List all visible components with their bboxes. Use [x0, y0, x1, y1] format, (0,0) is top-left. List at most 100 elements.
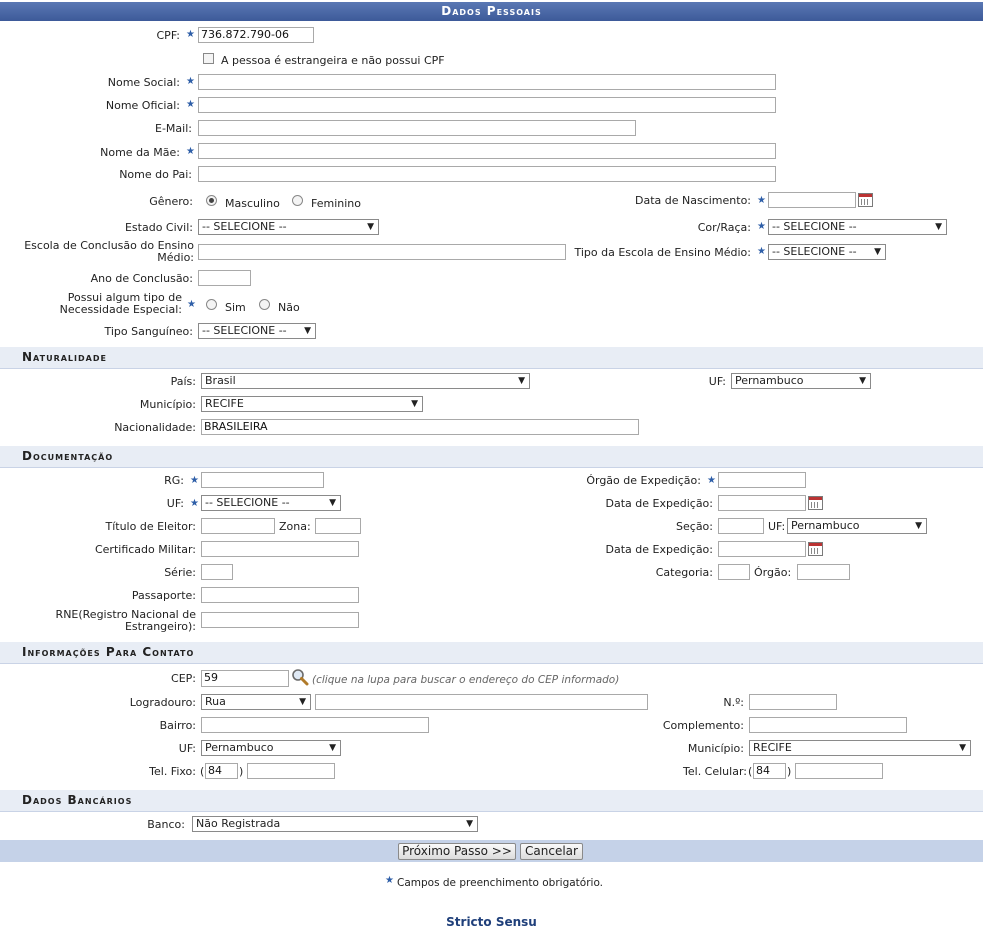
required-star-icon: ★	[190, 498, 199, 509]
uf-documento-label: UF:	[166, 497, 184, 510]
page-title: Dados Pessoais	[0, 2, 983, 21]
sangue-select[interactable]: -- SELECIONE -- ▼	[198, 323, 316, 339]
ddd-fixo-input[interactable]: 84	[205, 763, 238, 779]
cor-value: -- SELECIONE --	[772, 220, 857, 233]
uf-eleitor-label: UF:	[768, 520, 786, 533]
sim-radio[interactable]	[206, 299, 217, 310]
tipo-escola-label: Tipo da Escola de Ensino Médio:	[574, 246, 751, 259]
municipio-contato-label: Município:	[687, 742, 744, 755]
zona-input[interactable]	[315, 518, 361, 534]
masculino-radio[interactable]	[206, 195, 217, 206]
section-title: Documentação	[22, 449, 114, 463]
estado-civil-select[interactable]: -- SELECIONE -- ▼	[198, 219, 379, 235]
logradouro-input[interactable]	[315, 694, 648, 710]
certificado-militar-label: Certificado Militar:	[94, 543, 196, 556]
data-nascimento-label: Data de Nascimento:	[634, 194, 751, 207]
pais-label: País:	[170, 375, 196, 388]
nao-radio[interactable]	[259, 299, 270, 310]
dropdown-arrow-icon: ▼	[935, 222, 942, 232]
tel-fixo-input[interactable]	[247, 763, 335, 779]
categoria-input[interactable]	[718, 564, 750, 580]
nome-pai-input[interactable]	[198, 166, 776, 182]
feminino-radio[interactable]	[292, 195, 303, 206]
cancelar-button[interactable]: Cancelar	[520, 843, 583, 860]
email-input[interactable]	[198, 120, 636, 136]
data-expedicao-militar-input[interactable]	[718, 541, 806, 557]
calendar-icon[interactable]	[808, 496, 823, 510]
masculino-label: Masculino	[225, 197, 280, 210]
orgao-militar-input[interactable]	[797, 564, 850, 580]
orgao-expedicao-label: Órgão de Expedição:	[586, 474, 701, 487]
municipio-contato-select[interactable]: RECIFE ▼	[749, 740, 971, 756]
orgao-militar-label: Órgão:	[754, 566, 792, 579]
titulo-eleitor-label: Título de Eleitor:	[105, 520, 197, 533]
section-documentacao: Documentação	[0, 446, 983, 468]
dropdown-arrow-icon: ▼	[915, 521, 922, 531]
data-nascimento-input[interactable]	[768, 192, 856, 208]
rne-input[interactable]	[201, 612, 359, 628]
pais-select[interactable]: Brasil ▼	[201, 373, 530, 389]
proximo-passo-button[interactable]: Próximo Passo >>	[398, 843, 516, 860]
nome-social-input[interactable]	[198, 74, 776, 90]
nome-mae-input[interactable]	[198, 143, 776, 159]
bairro-input[interactable]	[201, 717, 429, 733]
uf-naturalidade-select[interactable]: Pernambuco ▼	[731, 373, 871, 389]
rne-label: RNE(Registro Nacional de Estrangeiro):	[55, 608, 196, 633]
uf-eleitor-select[interactable]: Pernambuco ▼	[787, 518, 927, 534]
nome-oficial-input[interactable]	[198, 97, 776, 113]
banco-label: Banco:	[147, 818, 185, 831]
logradouro-tipo-select[interactable]: Rua ▼	[201, 694, 311, 710]
banco-value: Não Registrada	[196, 817, 281, 830]
secao-label: Seção:	[676, 520, 713, 533]
required-star-icon: ★	[187, 299, 196, 310]
tel-celular-label: Tel. Celular:	[683, 765, 747, 778]
required-star-icon: ★	[757, 221, 766, 232]
passaporte-input[interactable]	[201, 587, 359, 603]
uf-documento-value: -- SELECIONE --	[205, 496, 290, 509]
paren-open: (	[748, 765, 753, 778]
ddd-celular-input[interactable]: 84	[753, 763, 786, 779]
numero-label: N.º:	[723, 696, 744, 709]
cor-label: Cor/Raça:	[697, 221, 751, 234]
certificado-militar-input[interactable]	[201, 541, 359, 557]
cpf-label: CPF:	[156, 29, 181, 42]
uf-naturalidade-label: UF:	[708, 375, 726, 388]
tipo-escola-select[interactable]: -- SELECIONE -- ▼	[768, 244, 886, 260]
section-title: Informações Para Contato	[22, 645, 195, 659]
banco-select[interactable]: Não Registrada ▼	[192, 816, 478, 832]
orgao-expedicao-input[interactable]	[718, 472, 806, 488]
dropdown-arrow-icon: ▼	[329, 498, 336, 508]
uf-contato-select[interactable]: Pernambuco ▼	[201, 740, 341, 756]
numero-input[interactable]	[749, 694, 837, 710]
dropdown-arrow-icon: ▼	[411, 399, 418, 409]
search-icon[interactable]	[291, 668, 309, 686]
ano-input[interactable]	[198, 270, 251, 286]
estado-civil-label: Estado Civil:	[124, 221, 193, 234]
municipio-select[interactable]: RECIFE ▼	[201, 396, 423, 412]
calendar-icon[interactable]	[808, 542, 823, 556]
rg-input[interactable]	[201, 472, 324, 488]
cor-select[interactable]: -- SELECIONE -- ▼	[768, 219, 947, 235]
cep-input[interactable]: 59	[201, 670, 289, 687]
tel-celular-input[interactable]	[795, 763, 883, 779]
required-star-icon: ★	[757, 246, 766, 257]
footer-link[interactable]: Stricto Sensu	[0, 915, 983, 929]
data-expedicao-input[interactable]	[718, 495, 806, 511]
uf-documento-select[interactable]: -- SELECIONE -- ▼	[201, 495, 341, 511]
dropdown-arrow-icon: ▼	[304, 326, 311, 336]
escola-input[interactable]	[198, 244, 566, 260]
nacionalidade-input[interactable]: BRASILEIRA	[201, 419, 639, 435]
titulo-eleitor-input[interactable]	[201, 518, 275, 534]
nacionalidade-label: Nacionalidade:	[114, 421, 196, 434]
section-contato: Informações Para Contato	[0, 642, 983, 664]
secao-input[interactable]	[718, 518, 764, 534]
serie-input[interactable]	[201, 564, 233, 580]
paren-open: (	[200, 765, 205, 778]
estrangeiro-checkbox[interactable]	[203, 53, 214, 64]
calendar-icon[interactable]	[858, 193, 873, 207]
cep-hint: (clique na lupa para buscar o endereço d…	[312, 674, 620, 686]
complemento-input[interactable]	[749, 717, 907, 733]
estrangeiro-label: A pessoa é estrangeira e não possui CPF	[221, 54, 445, 67]
cpf-input[interactable]: 736.872.790-06	[198, 27, 314, 43]
required-star-icon: ★	[190, 475, 199, 486]
